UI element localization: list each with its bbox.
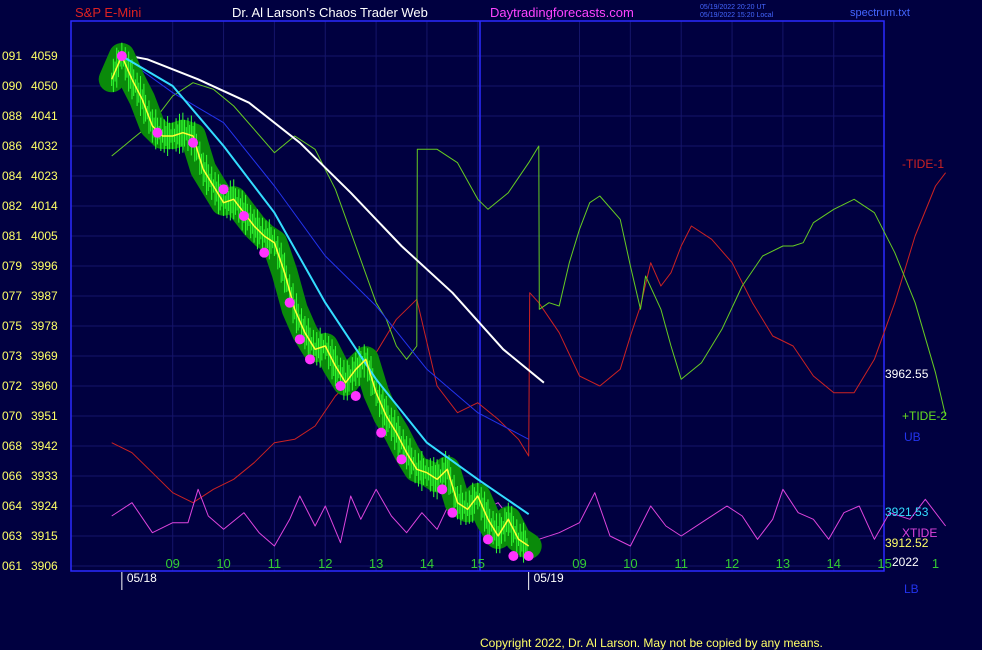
y-tick-price: 3924: [31, 499, 58, 513]
y-tick-index: 072: [2, 379, 22, 393]
pivot-dot: [218, 184, 229, 195]
x-tick-hour: 14: [827, 556, 841, 571]
x-tick-hour: 11: [674, 556, 688, 571]
y-tick-index: 068: [2, 439, 22, 453]
x-tick-hour: 11: [268, 556, 282, 571]
y-tick-price: 3978: [31, 319, 58, 333]
y-tick-price: 4023: [31, 169, 58, 183]
pivot-dot: [350, 391, 361, 401]
pivot-dot: [335, 381, 346, 391]
y-tick-index: 081: [2, 229, 22, 243]
label-value-3962: 3962.55: [885, 367, 929, 381]
x-tick-hour: 13: [369, 556, 383, 571]
label-tide-plus-2: +TIDE-2: [902, 409, 947, 423]
copyright: Copyright 2022, Dr. Al Larson. May not b…: [480, 636, 823, 650]
pivot-dot: [447, 507, 458, 518]
timestamp-local: 05/19/2022 15:20 Local: [700, 12, 774, 19]
x-tick-hour: 15: [471, 556, 485, 571]
pivot-dot: [188, 137, 199, 148]
x-tick-date: 05/18: [127, 571, 157, 585]
chart-canvas: 091 4059090 4050088 4041086 4032084 4023082 40…: [0, 0, 982, 650]
pivot-dot: [523, 551, 534, 561]
y-tick-index: 063: [2, 529, 22, 543]
label-lb: LB: [904, 582, 919, 596]
y-tick-index: 066: [2, 469, 22, 483]
y-tick-price: 3942: [31, 439, 58, 453]
y-tick-price: 3951: [31, 409, 58, 423]
x-tick-hour: 14: [420, 556, 434, 571]
label-value-3921: 3921.53: [885, 505, 929, 519]
label-ub: UB: [904, 430, 921, 444]
y-tick-price: 3960: [31, 379, 58, 393]
y-tick-index: 061: [2, 559, 22, 573]
y-tick-price: 3933: [31, 469, 58, 483]
site-title: Dr. Al Larson's Chaos Trader Web: [232, 5, 428, 20]
x-tick-hour: 10: [623, 556, 637, 571]
pivot-dot: [437, 484, 448, 495]
y-tick-index: 090: [2, 79, 22, 93]
pivot-dot: [294, 334, 305, 345]
y-tick-index: 088: [2, 109, 22, 123]
y-tick-price: 4041: [31, 109, 58, 123]
pivot-dot: [284, 297, 295, 308]
x-tick-hour: 09: [165, 556, 179, 571]
x-tick-hour: 13: [776, 556, 790, 571]
x-tick-date: 05/19: [534, 571, 564, 585]
site-link[interactable]: Daytradingforecasts.com: [490, 5, 634, 20]
y-tick-price: 4005: [31, 229, 58, 243]
y-tick-price: 3915: [31, 529, 58, 543]
y-tick-index: 073: [2, 349, 22, 363]
y-tick-index: 077: [2, 289, 22, 303]
x-tick-hour: 1: [932, 556, 939, 571]
pivot-dot: [508, 551, 519, 561]
y-tick-price: 4059: [31, 49, 58, 63]
y-tick-index: 091: [2, 49, 22, 63]
y-tick-price: 3996: [31, 259, 58, 273]
file-name: spectrum.txt: [850, 7, 910, 19]
pivot-dot: [482, 534, 493, 545]
label-value-3912: 3912.52: [885, 536, 929, 550]
x-tick-hour: 12: [318, 556, 332, 571]
y-tick-index: 070: [2, 409, 22, 423]
pivot-dot: [259, 247, 270, 258]
y-tick-price: 4050: [31, 79, 58, 93]
pivot-dot: [238, 211, 249, 221]
x-tick-hour: 09: [572, 556, 586, 571]
pivot-dot: [116, 51, 127, 61]
y-tick-price: 4032: [31, 139, 58, 153]
y-tick-price: 3987: [31, 289, 58, 303]
symbol-title: S&P E-Mini: [75, 5, 141, 20]
x-tick-hour: 15: [877, 556, 891, 571]
x-tick-hour: 12: [725, 556, 739, 571]
y-tick-price: 3906: [31, 559, 58, 573]
label-tide-minus-1: -TIDE-1: [902, 157, 944, 171]
y-tick-index: 084: [2, 169, 22, 183]
pivot-dot: [304, 354, 315, 365]
y-tick-price: 3969: [31, 349, 58, 363]
timestamp-ut: 05/19/2022 20:20 UT: [700, 4, 766, 11]
y-tick-index: 086: [2, 139, 22, 153]
pivot-dot: [152, 127, 163, 138]
y-tick-index: 079: [2, 259, 22, 273]
y-tick-price: 4014: [31, 199, 58, 213]
pivot-dot: [396, 454, 407, 465]
y-tick-index: 064: [2, 499, 22, 513]
y-tick-index: 082: [2, 199, 22, 213]
y-tick-index: 075: [2, 319, 22, 333]
label-year: 2022: [892, 555, 919, 569]
pivot-dot: [376, 427, 387, 438]
x-tick-hour: 10: [216, 556, 230, 571]
